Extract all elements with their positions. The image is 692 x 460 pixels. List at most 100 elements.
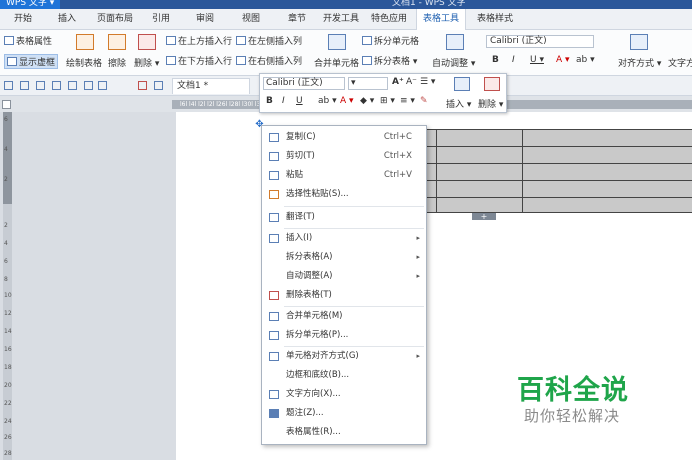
tab-page-layout[interactable]: 页面布局 [94,9,136,30]
font-color-button[interactable]: A ▾ [556,55,570,65]
undo-icon[interactable] [84,81,93,90]
table-cell[interactable] [522,198,692,212]
paste-special-icon [269,190,279,199]
menu-item-translate[interactable]: 翻译(T) [262,208,426,227]
underline-button[interactable]: U ▾ [530,55,544,65]
delete-dropdown[interactable]: 删除 ▾ [134,56,159,69]
ruler-corner-icon[interactable] [2,100,11,109]
tab-features[interactable]: 特色应用 [368,9,410,30]
mini-delete-dropdown[interactable]: 删除 ▾ [478,97,503,110]
insert-above-button[interactable]: 在上方插入行 [166,34,232,47]
font-name-select[interactable]: Calibri (正文) [486,35,594,48]
mini-italic-button[interactable]: I [282,96,285,106]
mini-highlight-button[interactable]: ab ▾ [318,96,337,106]
table-cell[interactable] [436,198,522,212]
vruler-num: 10 [4,292,12,299]
insert-right-button[interactable]: 在右侧插入列 [236,54,302,67]
tab-view[interactable]: 视图 [236,9,266,30]
table-cell[interactable] [436,164,522,180]
bold-button[interactable]: B [492,55,499,65]
menu-item-paste[interactable]: 粘贴 Ctrl+V [262,166,426,185]
table-cell[interactable] [436,181,522,197]
split-table-button[interactable]: 拆分表格 ▾ [362,54,417,67]
insert-above-label: 在上方插入行 [178,37,233,47]
add-row-button[interactable]: + [472,213,496,221]
app-menu-button[interactable]: WPS 文字 ▾ [0,0,61,9]
line-spacing-button[interactable]: ☰ ▾ [420,77,435,87]
menu-item-insert[interactable]: 插入(I) ▸ [262,229,426,248]
menu-item-merge-cells[interactable]: 合并单元格(M) [262,307,426,326]
vruler-num: 4 [4,146,8,153]
shrink-font-button[interactable]: A⁻ [406,77,417,87]
redo-icon[interactable] [98,81,107,90]
table-properties-button[interactable]: 表格属性 [4,34,52,47]
document-tab[interactable]: 文档1 * [172,78,250,94]
highlight-button[interactable]: ab ▾ [576,55,595,65]
export-icon[interactable] [36,81,45,90]
menu-item-shortcut: Ctrl+C [383,132,412,142]
menu-item-cut[interactable]: 剪切(T) Ctrl+X [262,147,426,166]
save-icon[interactable] [20,81,29,90]
tab-table-tools[interactable]: 表格工具 [416,9,466,31]
erase-button[interactable]: 擦除 [108,56,126,69]
tab-insert[interactable]: 插入 [52,9,82,30]
vruler-num: 6 [4,116,8,123]
docs-icon[interactable] [154,81,163,90]
mini-shading-button[interactable]: ◆ ▾ [360,96,374,106]
menu-item-label: 剪切(T) [286,151,315,161]
vruler-num: 18 [4,364,12,371]
insert-left-label: 在左侧插入列 [248,37,303,47]
tab-chapter[interactable]: 章节 [282,9,312,30]
menu-item-table-properties[interactable]: 表格属性(R)... [262,423,426,442]
open-icon[interactable] [4,81,13,90]
menu-item-auto-fit[interactable]: 自动调整(A) ▸ [262,267,426,286]
tab-developer[interactable]: 开发工具 [320,9,362,30]
vruler-num: 22 [4,400,12,407]
table-cell[interactable] [436,130,522,146]
menu-item-text-direction[interactable]: 文字方向(X)... [262,385,426,404]
mini-font-name-select[interactable]: Calibri (正文) [263,77,345,90]
menu-item-label: 粘贴 [286,170,304,180]
draw-table-button[interactable]: 绘制表格 [66,56,102,69]
mini-insert-dropdown[interactable]: 插入 ▾ [446,97,471,110]
table-cell[interactable] [436,147,522,163]
mini-font-color-button[interactable]: A ▾ [340,96,354,106]
menu-item-copy[interactable]: 复制(C) Ctrl+C [262,128,426,147]
insert-above-icon [166,36,176,45]
mini-border-button[interactable]: ⊞ ▾ [380,96,395,106]
submenu-arrow-icon: ▸ [416,352,420,360]
mini-font-size-select[interactable]: ▾ [348,77,388,90]
menu-item-delete-table[interactable]: 删除表格(T) [262,286,426,305]
tab-review[interactable]: 审阅 [190,9,220,30]
italic-button[interactable]: I [512,55,515,65]
insert-below-button[interactable]: 在下方插入行 [166,54,232,67]
table-cell[interactable] [522,164,692,180]
tab-table-styles[interactable]: 表格样式 [470,9,520,30]
split-table-label: 拆分表格 ▾ [374,57,418,67]
tab-references[interactable]: 引用 [146,9,176,30]
table-cell[interactable] [522,147,692,163]
menu-item-paste-special[interactable]: 选择性粘贴(S)... [262,185,426,204]
mini-bold-button[interactable]: B [266,96,273,106]
grow-font-button[interactable]: A⁺ [392,77,404,87]
mini-underline-button[interactable]: U [296,96,303,106]
tab-home[interactable]: 开始 [8,9,38,30]
menu-item-split-table[interactable]: 拆分表格(A) ▸ [262,248,426,267]
print-icon[interactable] [52,81,61,90]
show-gridlines-button[interactable]: 显示虚框 [4,54,59,69]
auto-fit-dropdown[interactable]: 自动调整 ▾ [432,56,475,69]
mini-align-button[interactable]: ≡ ▾ [400,96,415,106]
insert-left-button[interactable]: 在左侧插入列 [236,34,302,47]
menu-item-borders[interactable]: 边框和底纹(B)... [262,366,426,385]
split-cells-button[interactable]: 拆分单元格 [362,34,419,47]
menu-item-cell-align[interactable]: 单元格对齐方式(G) ▸ [262,347,426,366]
merge-cells-button[interactable]: 合并单元格 [314,56,359,69]
menu-item-caption[interactable]: 题注(Z)... [262,404,426,423]
menu-item-split-cells[interactable]: 拆分单元格(P)... [262,326,426,345]
text-direction-button[interactable]: 文字方 [668,56,692,69]
format-painter-icon[interactable]: ✎ [420,96,428,106]
table-cell[interactable] [522,181,692,197]
align-dropdown[interactable]: 对齐方式 ▾ [618,56,661,69]
table-cell[interactable] [522,130,692,146]
preview-icon[interactable] [68,81,77,90]
